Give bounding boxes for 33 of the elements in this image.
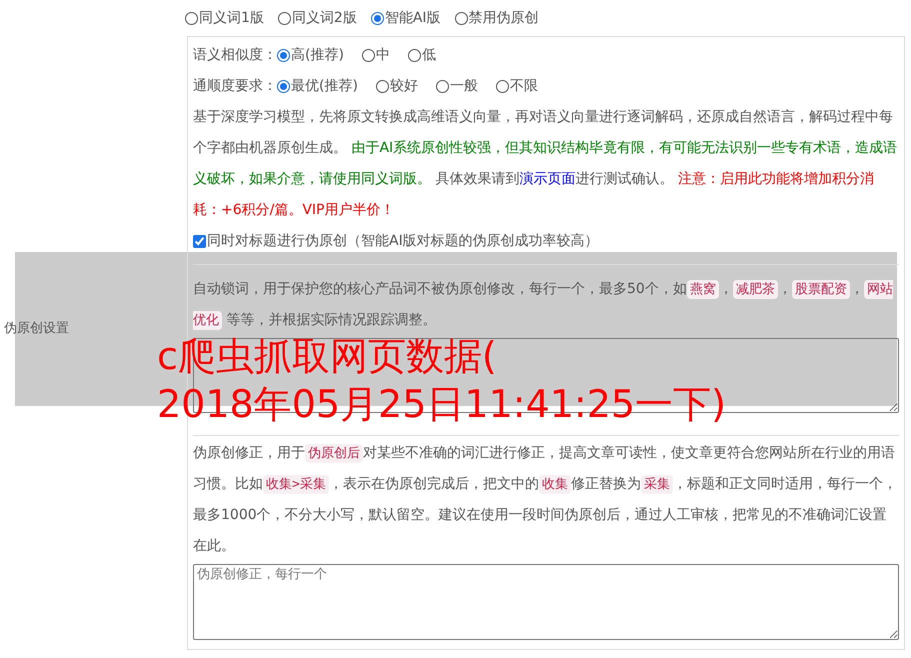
title-checkbox[interactable] <box>193 235 206 248</box>
corrections-input[interactable]: 伪原创修正，每行一个 <box>193 564 899 640</box>
radio-button[interactable] <box>362 49 375 62</box>
radio-label: 低 <box>422 46 436 65</box>
checkbox-label: 同时对标题进行伪原创（智能AI版对标题的伪原创成功率较高） <box>207 232 599 251</box>
radio-button[interactable] <box>277 80 290 93</box>
description-text: 基于深度学习模型，先将原文转换成高维语义向量，再对语义向量进行逐词解码，还原成自然语言，解码过程中每个字都由机器原创生成。 由于AI系统原创性较强，但其知识结构毕竟有限，有可能无法识别一些专有术语，造成语义破坏，如果介意，请使用同义词版。 具体效果请到演示页面进行测试确认。 注意：启用此功能将增加积分消耗：+6积分/篇。VIP用户半价！ <box>193 108 898 220</box>
radio-label: 一般 <box>450 77 478 96</box>
section-label: 伪原创设置 <box>3 320 69 338</box>
radio-label: 禁用伪原创 <box>468 8 539 28</box>
overlay-title: 2018年05月25日11:41:25一下) <box>157 381 726 428</box>
radio-button[interactable] <box>376 80 389 93</box>
radio-label: 最优(推荐) <box>291 77 358 96</box>
radio-label: 中 <box>376 46 390 65</box>
radio-button[interactable] <box>185 12 198 24</box>
radio-button[interactable] <box>370 12 384 24</box>
radio-button[interactable] <box>454 12 468 24</box>
fluency-label: 通顺度要求： <box>193 77 277 96</box>
description-text: 伪原创修正，用于 伪原创后 对某些不准确的词汇进行修正，提高文章可读性，使文章更符合您网站所在行业的用语习惯。比如 收集>采集 ，表示在伪原创完成后，把文中的 收集 修正替换为 采集 ，标题和正文同时适用，每行一个，最多1000个，不分大小写，默认留空。建议在使用一段时间伪原创后，通过人工审核，把常见的不准确词汇设置在此。 <box>193 443 898 556</box>
radio-label: 不限 <box>510 77 538 96</box>
radio-button[interactable] <box>277 49 290 62</box>
radio-button[interactable] <box>496 80 509 93</box>
overlay-title: c爬虫抓取网页数据( <box>157 333 498 380</box>
radio-label: 智能AI版 <box>384 8 441 28</box>
radio-label: 同义词1版 <box>199 8 264 28</box>
radio-label: 高(推荐) <box>291 46 344 65</box>
demo-link[interactable]: 演示页面 <box>519 171 576 187</box>
radio-button[interactable] <box>436 80 449 93</box>
radio-label: 较好 <box>390 77 418 96</box>
similarity-label: 语义相似度： <box>193 46 277 65</box>
radio-label: 同义词2版 <box>292 8 357 28</box>
radio-button[interactable] <box>278 12 291 24</box>
radio-button[interactable] <box>408 49 421 62</box>
